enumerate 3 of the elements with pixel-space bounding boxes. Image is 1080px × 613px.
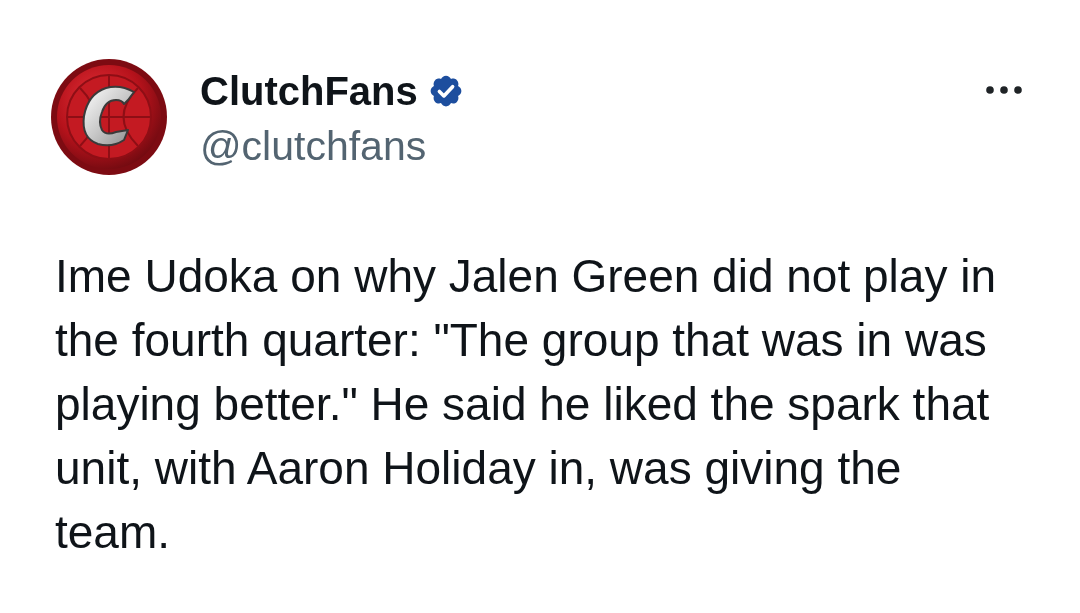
- author-name[interactable]: ClutchFans: [200, 66, 418, 116]
- post-text: Ime Udoka on why Jalen Green did not play in the fourth quarter: "The group that was in was playing better." He said he liked the spark that unit, with Aaron Holiday in, was giving the team.: [55, 249, 997, 560]
- author-handle[interactable]: @clutchfans: [200, 121, 427, 171]
